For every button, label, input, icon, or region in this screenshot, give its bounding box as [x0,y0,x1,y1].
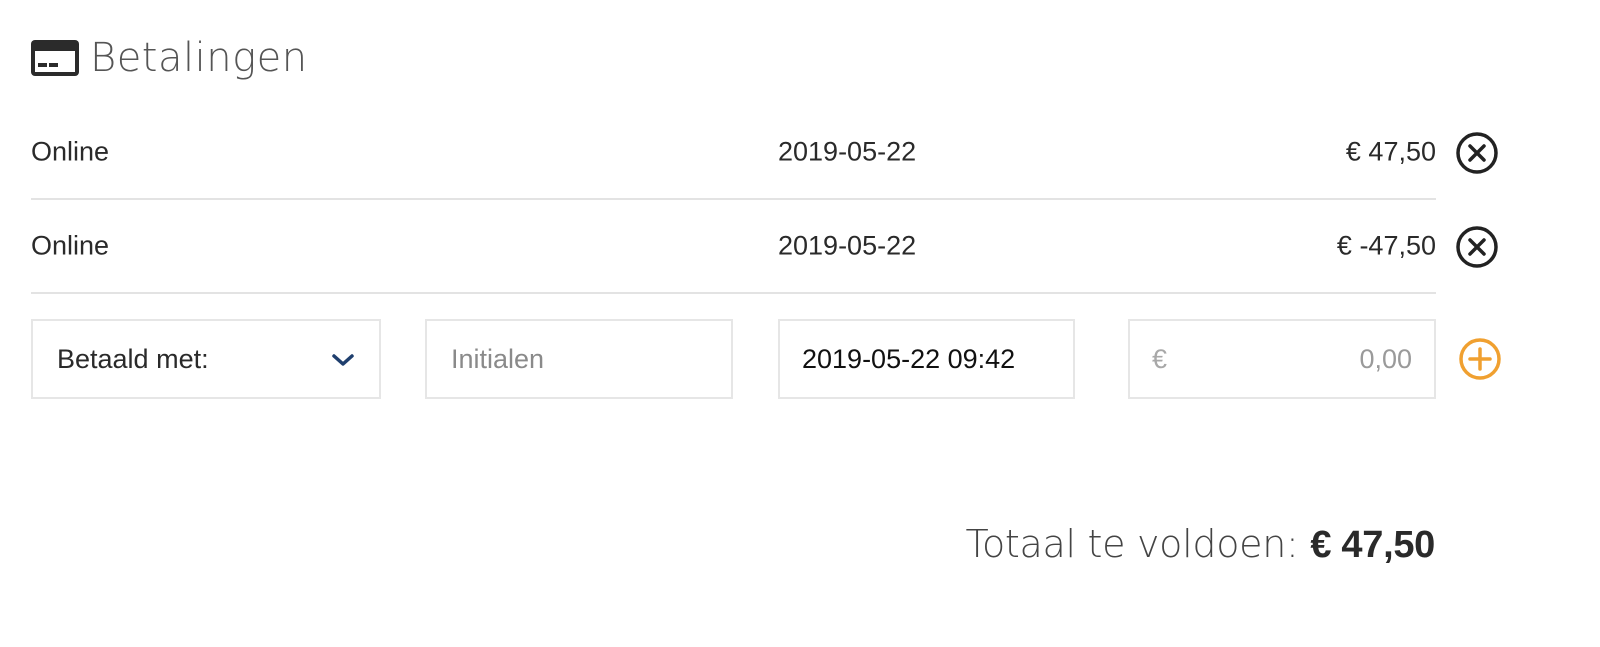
datetime-field[interactable] [778,319,1075,399]
section-title: Betalingen [90,35,308,81]
remove-payment-button[interactable] [1454,130,1500,176]
plus-circle-icon [1459,338,1501,380]
remove-payment-button[interactable] [1454,224,1500,270]
add-payment-button[interactable] [1457,336,1503,382]
credit-card-icon [30,38,80,78]
payment-method: Online [31,136,110,167]
payment-date: 2019-05-22 [778,230,917,261]
section-header: Betalingen [30,30,308,86]
currency-symbol: € [1152,343,1168,374]
payment-amount: € -47,50 [1336,230,1436,261]
payment-method-select[interactable]: Betaald met: [31,319,381,399]
payments-panel: Betalingen Online 2019-05-22 € 47,50 Onl… [0,0,1600,647]
initials-field[interactable] [425,319,733,399]
datetime-input[interactable] [802,343,1051,375]
amount-field[interactable]: € [1128,319,1436,399]
new-payment-form: Betaald met: € [31,319,1511,399]
payment-date: 2019-05-22 [778,136,917,167]
payment-method: Online [31,230,110,261]
close-circle-icon [1456,226,1498,268]
total-value: € 47,50 [1310,524,1435,566]
close-circle-icon [1456,132,1498,174]
chevron-down-icon [331,344,355,375]
amount-input[interactable] [1177,343,1412,375]
initials-input[interactable] [451,343,707,375]
total-label: Totaal te voldoen: [965,522,1299,566]
payment-amount: € 47,50 [1345,136,1436,167]
payment-method-select-label: Betaald met: [57,343,209,374]
payment-row: Online 2019-05-22 € -47,50 [31,200,1436,294]
total-due: Totaal te voldoen: € 47,50 [965,522,1436,567]
payment-row: Online 2019-05-22 € 47,50 [31,106,1436,200]
